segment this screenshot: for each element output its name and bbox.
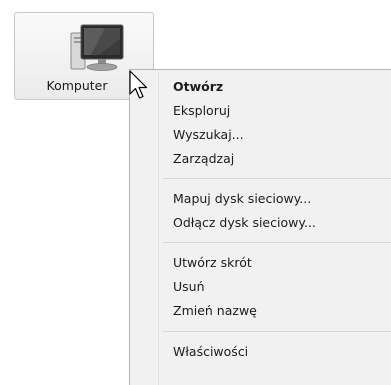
- menu-item-explore[interactable]: Eksploruj: [130, 99, 391, 123]
- context-menu: Otwórz Eksploruj Wyszukaj... Zarządzaj M…: [129, 69, 391, 385]
- menu-item-open[interactable]: Otwórz: [130, 75, 391, 99]
- menu-item-properties[interactable]: Właściwości: [130, 340, 391, 364]
- arrow-cursor-icon: [129, 70, 148, 99]
- menu-separator: [163, 242, 391, 243]
- menu-separator: [163, 331, 391, 332]
- menu-item-search[interactable]: Wyszukaj...: [130, 123, 391, 147]
- computer-icon-label: Komputer: [46, 78, 108, 93]
- menu-item-manage[interactable]: Zarządzaj: [130, 147, 391, 171]
- menu-item-map-network-drive[interactable]: Mapuj dysk sieciowy...: [130, 187, 391, 211]
- menu-separator: [163, 178, 391, 179]
- menu-item-create-shortcut[interactable]: Utwórz skrót: [130, 251, 391, 275]
- menu-item-rename[interactable]: Zmień nazwę: [130, 299, 391, 323]
- desktop: Komputer Otwórz Eksploruj Wyszukaj... Za…: [0, 0, 391, 385]
- menu-item-delete[interactable]: Usuń: [130, 275, 391, 299]
- computer-icon: [70, 24, 124, 71]
- menu-item-disconnect-network-drive[interactable]: Odłącz dysk sieciowy...: [130, 211, 391, 235]
